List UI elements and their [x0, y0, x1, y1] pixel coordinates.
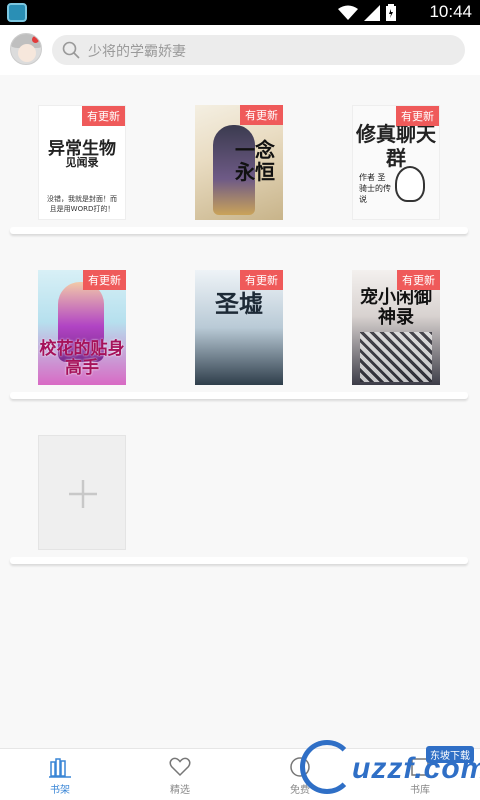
tab-featured[interactable]: 精选 — [120, 749, 240, 800]
shelf-plank — [10, 557, 468, 564]
library-icon — [411, 758, 429, 776]
system-icons — [338, 4, 396, 21]
plus-icon — [69, 480, 97, 508]
status-bar: 10:44 — [0, 0, 480, 25]
bookshelf-row: 异常生物 见闻录 没错，我就是封面！而且是用WORD打的！ 有更新 一念永恒 有… — [0, 105, 480, 270]
shelf-plank — [10, 392, 468, 399]
update-badge: 有更新 — [397, 270, 440, 290]
tab-label: 免费 — [290, 785, 310, 796]
shelf-plank — [10, 227, 468, 234]
wifi-icon — [338, 5, 358, 20]
notification-app-icon — [7, 3, 27, 22]
search-icon — [62, 41, 80, 59]
app-header: 少将的学霸娇妻 — [0, 25, 480, 75]
tab-label: 精选 — [170, 785, 190, 796]
clock: 10:44 — [429, 2, 472, 21]
update-badge: 有更新 — [240, 105, 283, 125]
add-book-button[interactable] — [38, 435, 126, 550]
bookshelf-row — [0, 435, 480, 600]
book-title: 一念永恒 — [235, 138, 275, 184]
book-cover[interactable]: 校花的贴身高手 有更新 — [38, 270, 126, 385]
battery-icon — [386, 4, 396, 21]
tab-bookshelf[interactable]: 书架 — [0, 749, 120, 800]
update-badge: 有更新 — [82, 106, 125, 126]
tab-library[interactable]: 书库 — [360, 749, 480, 800]
update-badge: 有更新 — [240, 270, 283, 290]
tab-label: 书库 — [410, 785, 430, 796]
book-cover[interactable]: 一念永恒 有更新 — [195, 105, 283, 220]
update-badge: 有更新 — [83, 270, 126, 290]
bookshelf-row: 校花的贴身高手 有更新 圣墟 有更新 宠小闲御神录 有更新 — [0, 270, 480, 435]
update-badge: 有更新 — [396, 106, 439, 126]
book-cover[interactable]: 修真聊天群 作者 圣骑士的传说 有更新 — [352, 105, 440, 220]
book-tagline: 没错，我就是封面！而且是用WORD打的！ — [47, 195, 117, 213]
signal-icon — [364, 5, 380, 21]
bookshelf-icon — [49, 758, 71, 778]
search-placeholder: 少将的学霸娇妻 — [88, 44, 186, 60]
bottom-navigation: 书架 精选 免费 书库 — [0, 748, 480, 800]
book-title: 修真聊天群 — [356, 122, 436, 170]
tab-free[interactable]: 免费 — [240, 749, 360, 800]
book-title: 校花的贴身高手 — [39, 339, 125, 378]
book-cover[interactable]: 异常生物 见闻录 没错，我就是封面！而且是用WORD打的！ 有更新 — [38, 105, 126, 220]
heart-icon — [169, 757, 191, 777]
book-cover[interactable]: 圣墟 有更新 — [195, 270, 283, 385]
book-cover[interactable]: 宠小闲御神录 有更新 — [352, 270, 440, 385]
book-title: 宠小闲御神录 — [360, 287, 432, 328]
notification-dot — [32, 36, 39, 43]
search-input[interactable]: 少将的学霸娇妻 — [52, 35, 465, 65]
book-author: 作者 圣骑士的传说 — [359, 173, 391, 204]
book-title: 圣墟 — [215, 289, 263, 318]
tab-label: 书架 — [50, 785, 70, 796]
avatar[interactable] — [10, 33, 42, 65]
book-subtitle: 见闻录 — [65, 156, 99, 169]
free-icon — [290, 757, 310, 777]
